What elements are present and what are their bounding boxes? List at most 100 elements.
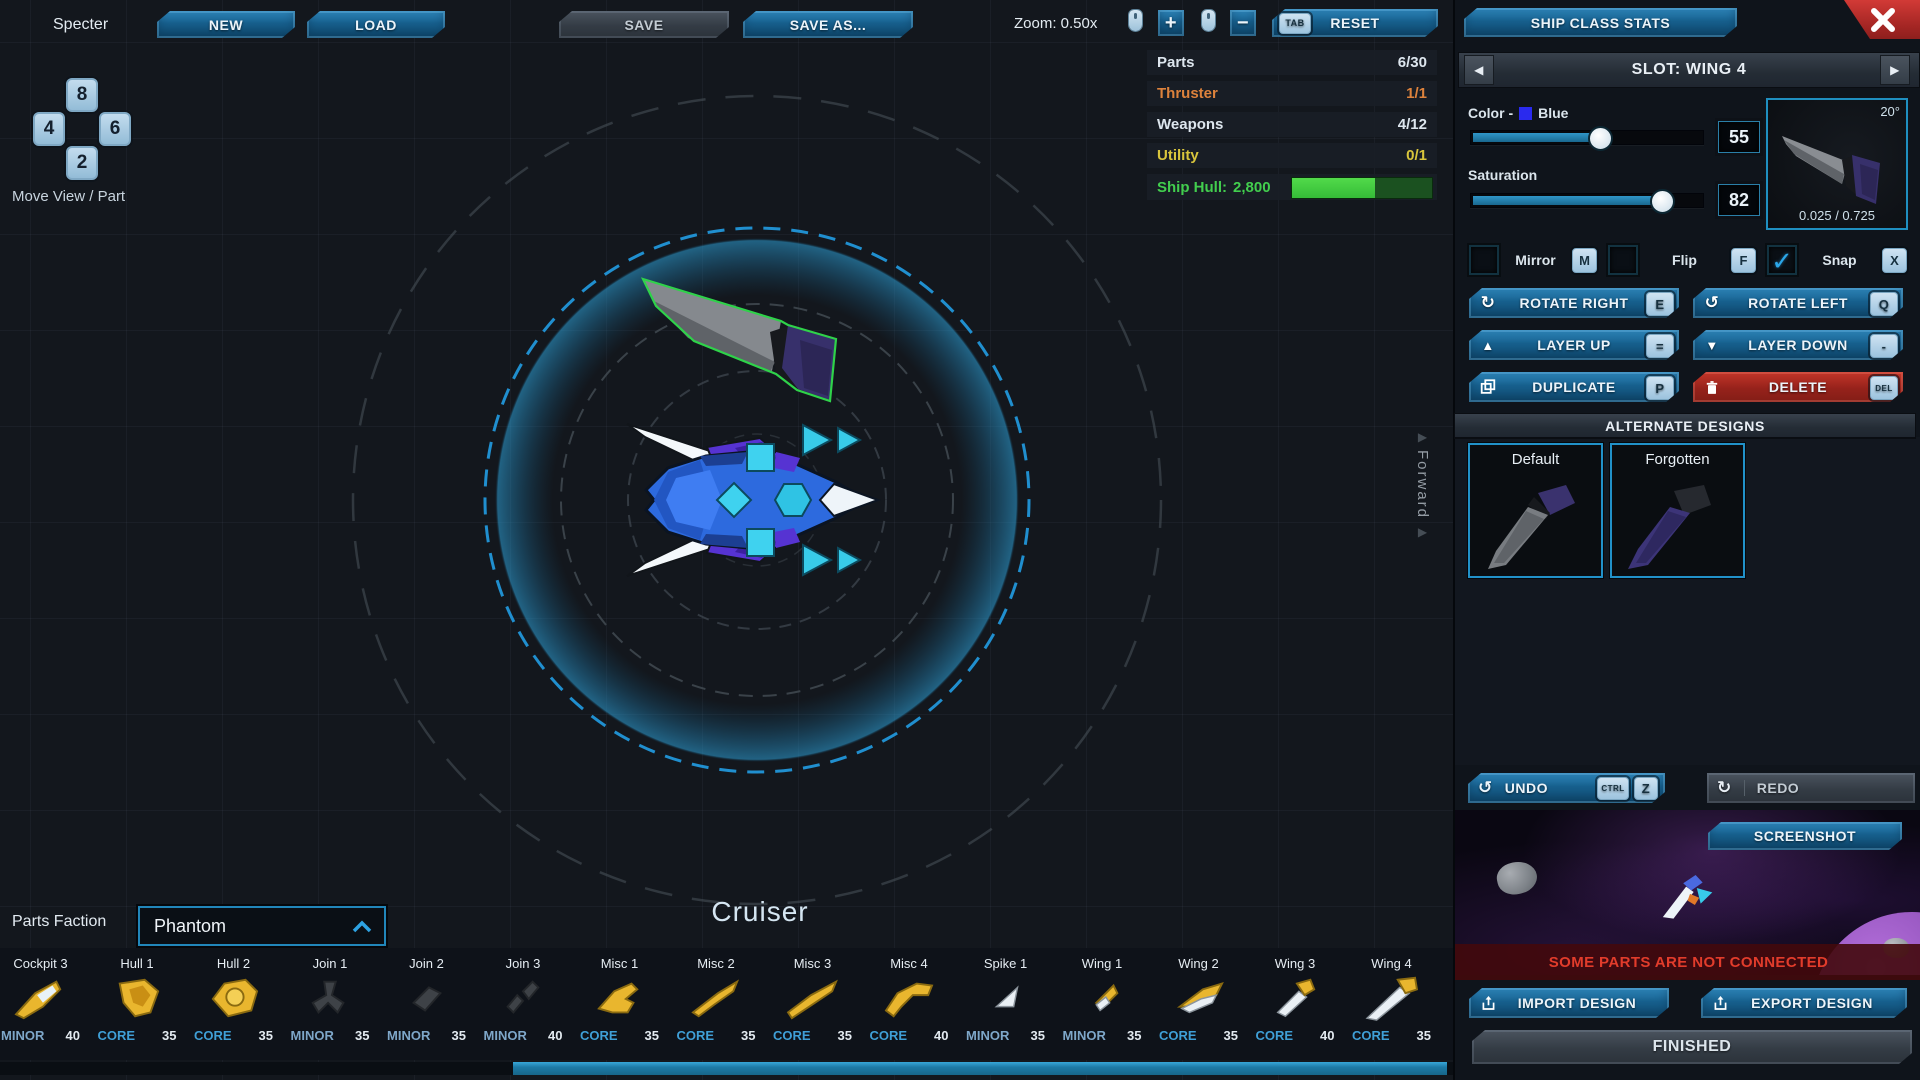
part-name: Wing 4 <box>1343 956 1440 972</box>
keypad-left-key: 4 <box>33 112 65 146</box>
part-cost: 40 <box>934 1028 948 1043</box>
wing2-icon <box>1150 974 1247 1022</box>
prev-slot-button[interactable]: ◀ <box>1465 56 1493 84</box>
saturation-slider-knob[interactable] <box>1650 189 1675 214</box>
color-value-box[interactable]: 55 <box>1718 121 1760 153</box>
wing4-icon <box>1343 974 1440 1022</box>
part-name: Cockpit 3 <box>0 956 89 972</box>
stat-value: 4/12 <box>1398 116 1427 133</box>
misc4-icon <box>861 974 958 1022</box>
hull-label: Ship Hull: <box>1157 179 1227 196</box>
stat-label: Parts <box>1157 54 1195 71</box>
part-cost: 35 <box>1127 1028 1141 1043</box>
part-item-join1[interactable]: Join 1 MINOR 35 <box>282 956 379 1056</box>
part-item-hull1[interactable]: Hull 1CORE35 <box>89 956 186 1056</box>
forward-indicator: ▶ Forward ▶ <box>1414 430 1431 539</box>
part-type: MINOR <box>1 1028 44 1043</box>
zoom-in-button[interactable]: + <box>1158 10 1184 36</box>
parts-scrollbar-thumb[interactable] <box>513 1062 1447 1075</box>
close-button[interactable] <box>1844 0 1920 39</box>
part-cost: 35 <box>1031 1028 1045 1043</box>
part-item-hull2[interactable]: Hull 2CORE35 <box>185 956 282 1056</box>
part-item-join3[interactable]: Join 3MINOR40 <box>475 956 572 1056</box>
stat-row: Thruster1/1 <box>1147 81 1437 106</box>
redo-button[interactable]: ↻ REDO <box>1707 773 1915 803</box>
part-item-misc3[interactable]: Misc 3CORE35 <box>764 956 861 1056</box>
part-name: Join 2 <box>378 956 475 972</box>
part-item-wing2[interactable]: Wing 2CORE35 <box>1150 956 1247 1056</box>
import-design-button[interactable]: IMPORT DESIGN <box>1469 988 1669 1018</box>
zoom-out-button[interactable]: − <box>1230 10 1256 36</box>
reset-button[interactable]: TAB RESET <box>1272 9 1438 37</box>
toggle-label: Snap <box>1822 252 1856 268</box>
stat-value: 0/1 <box>1406 147 1427 164</box>
saturation-slider[interactable] <box>1470 193 1704 208</box>
part-cost: 40 <box>66 1028 80 1043</box>
faction-dropdown[interactable]: Phantom <box>138 906 386 946</box>
rotate-ccw-icon: ↺ <box>1700 291 1724 315</box>
forward-label: Forward <box>1414 450 1431 519</box>
design-thumb-forgotten[interactable]: Forgotten <box>1610 443 1745 578</box>
export-design-button[interactable]: EXPORT DESIGN <box>1701 988 1907 1018</box>
part-name: Misc 1 <box>571 956 668 972</box>
part-item-spike1[interactable]: Spike 1MINOR35 <box>957 956 1054 1056</box>
rotate-right-button[interactable]: ↻ ROTATE RIGHT E <box>1469 288 1679 318</box>
ship-class-stats-button[interactable]: SHIP CLASS STATS <box>1464 8 1737 37</box>
part-item-misc1[interactable]: Misc 1CORE35 <box>571 956 668 1056</box>
snap-checkbox[interactable]: ✓ <box>1767 245 1797 275</box>
undo-icon: ↺ <box>1478 778 1493 798</box>
part-item-wing4[interactable]: Wing 4CORE35 <box>1343 956 1440 1056</box>
mirror-checkbox[interactable]: ✓ <box>1469 245 1499 275</box>
design-thumb-default[interactable]: Default <box>1468 443 1603 578</box>
save-button[interactable]: SAVE <box>559 11 729 38</box>
key-badge: M <box>1572 248 1597 273</box>
part-item-misc4[interactable]: Misc 4CORE40 <box>861 956 958 1056</box>
new-button[interactable]: NEW <box>157 11 295 38</box>
part-type: CORE <box>98 1028 136 1043</box>
mouse-scroll-icon <box>1129 10 1142 31</box>
part-type: CORE <box>677 1028 715 1043</box>
delete-button[interactable]: DELETE DEL <box>1693 372 1903 402</box>
load-button[interactable]: LOAD <box>307 11 445 38</box>
hull2-icon <box>185 974 282 1022</box>
part-name: Wing 1 <box>1054 956 1151 972</box>
import-icon <box>1476 991 1500 1015</box>
duplicate-icon <box>1476 375 1500 399</box>
ship-design[interactable] <box>627 424 878 576</box>
part-name: Spike 1 <box>957 956 1054 972</box>
part-item-wing3[interactable]: Wing 3CORE40 <box>1247 956 1344 1056</box>
flip-checkbox[interactable]: ✓ <box>1608 245 1638 275</box>
part-name: Join 1 <box>282 956 379 972</box>
close-icon <box>1870 7 1896 33</box>
saturation-value-box[interactable]: 82 <box>1718 184 1760 216</box>
part-item-wing1[interactable]: Wing 1MINOR35 <box>1054 956 1151 1056</box>
stat-row: Weapons 4/12 <box>1147 112 1437 137</box>
next-slot-button[interactable]: ▶ <box>1881 56 1909 84</box>
layer-up-button[interactable]: ▲ LAYER UP = <box>1469 330 1679 360</box>
finished-button[interactable]: FINISHED <box>1472 1030 1912 1064</box>
part-type: MINOR <box>291 1028 334 1043</box>
save-as-button[interactable]: SAVE AS... <box>743 11 913 38</box>
screenshot-button[interactable]: SCREENSHOT <box>1708 822 1902 850</box>
stat-label: Weapons <box>1157 116 1223 133</box>
slot-title: SLOT: WING 4 <box>1632 61 1747 79</box>
misc2-icon <box>668 974 765 1022</box>
layer-down-button[interactable]: ▼ LAYER DOWN - <box>1693 330 1903 360</box>
part-cost: 35 <box>355 1028 369 1043</box>
duplicate-button[interactable]: DUPLICATE P <box>1469 372 1679 402</box>
color-slider-knob[interactable] <box>1588 126 1613 151</box>
part-cost: 40 <box>1320 1028 1334 1043</box>
part-item-misc2[interactable]: Misc 2CORE35 <box>668 956 765 1056</box>
part-cost: 35 <box>645 1028 659 1043</box>
key-badge: = <box>1646 334 1674 358</box>
ship-class-label: Cruiser <box>660 896 860 928</box>
part-item-cockpit3[interactable]: Cockpit 3 MINOR 40 <box>0 956 89 1056</box>
alternate-designs-title-bar: ALTERNATE DESIGNS <box>1455 414 1915 437</box>
part-item-join2[interactable]: Join 2MINOR35 <box>378 956 475 1056</box>
color-slider[interactable] <box>1470 130 1704 145</box>
rotate-left-button[interactable]: ↺ ROTATE LEFT Q <box>1693 288 1903 318</box>
undo-button[interactable]: ↺ UNDO CTRL Z <box>1468 773 1665 803</box>
hull1-icon <box>89 974 186 1022</box>
saturation-label: Saturation <box>1468 167 1537 183</box>
arrow-up-icon: ▲ <box>1476 333 1500 357</box>
